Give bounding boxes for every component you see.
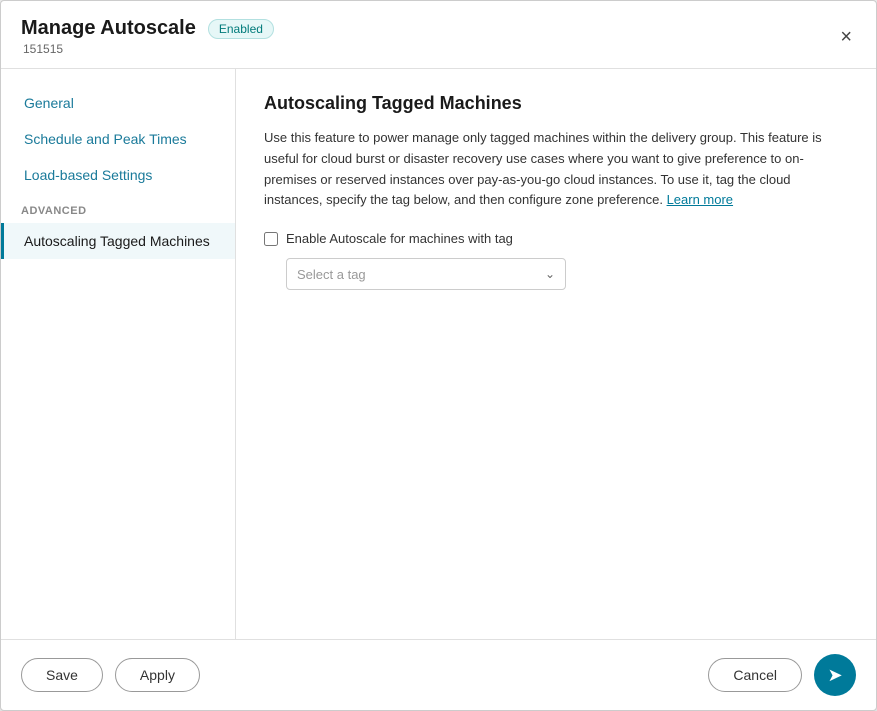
sidebar: General Schedule and Peak Times Load-bas… <box>1 69 236 639</box>
learn-more-link[interactable]: Learn more <box>667 192 733 207</box>
checkbox-row: Enable Autoscale for machines with tag <box>264 231 848 246</box>
modal-footer: Save Apply Cancel ➤ <box>1 639 876 710</box>
header-top-row: Manage Autoscale Enabled <box>21 17 836 40</box>
footer-left-buttons: Save Apply <box>21 658 200 692</box>
save-button[interactable]: Save <box>21 658 103 692</box>
modal-subtitle: 151515 <box>23 42 836 56</box>
description-body: Use this feature to power manage only ta… <box>264 130 822 207</box>
modal-title: Manage Autoscale <box>21 17 196 40</box>
status-badge: Enabled <box>208 19 274 39</box>
close-button[interactable]: × <box>836 23 856 51</box>
modal-body: General Schedule and Peak Times Load-bas… <box>1 69 876 639</box>
enable-autoscale-checkbox[interactable] <box>264 232 278 246</box>
cancel-button[interactable]: Cancel <box>708 658 802 692</box>
nav-forward-icon: ➤ <box>827 665 842 686</box>
tag-select-dropdown[interactable]: Select a tag ⌄ <box>286 258 566 290</box>
tag-select-placeholder: Select a tag <box>297 267 366 282</box>
footer-right-buttons: Cancel ➤ <box>708 654 856 696</box>
apply-button[interactable]: Apply <box>115 658 200 692</box>
sidebar-item-autoscaling-tagged-label: Autoscaling Tagged Machines <box>24 233 210 249</box>
sidebar-item-general[interactable]: General <box>1 85 235 121</box>
sidebar-item-load-based[interactable]: Load-based Settings <box>1 157 235 193</box>
sidebar-item-schedule-peak[interactable]: Schedule and Peak Times <box>1 121 235 157</box>
sidebar-item-autoscaling-tagged[interactable]: Autoscaling Tagged Machines <box>1 223 235 259</box>
checkbox-label: Enable Autoscale for machines with tag <box>286 231 513 246</box>
modal-header: Manage Autoscale Enabled 151515 × <box>1 1 876 69</box>
chevron-down-icon: ⌄ <box>545 267 555 281</box>
sidebar-item-load-based-label: Load-based Settings <box>24 167 152 183</box>
header-title-group: Manage Autoscale Enabled 151515 <box>21 17 836 56</box>
main-content: Autoscaling Tagged Machines Use this fea… <box>236 69 876 639</box>
manage-autoscale-modal: Manage Autoscale Enabled 151515 × Genera… <box>0 0 877 711</box>
sidebar-item-general-label: General <box>24 95 74 111</box>
content-title: Autoscaling Tagged Machines <box>264 93 848 114</box>
nav-forward-button[interactable]: ➤ <box>814 654 856 696</box>
advanced-section-label: ADVANCED <box>1 193 235 223</box>
sidebar-item-schedule-peak-label: Schedule and Peak Times <box>24 131 187 147</box>
description-text: Use this feature to power manage only ta… <box>264 128 844 211</box>
